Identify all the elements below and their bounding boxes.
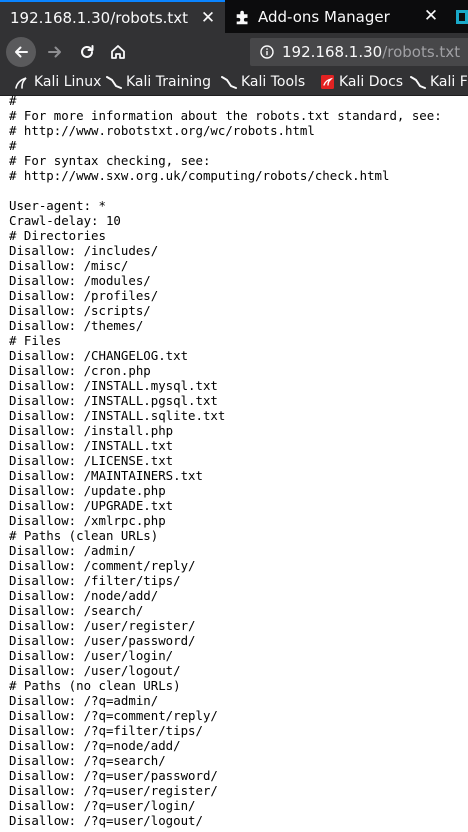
reload-button[interactable] (72, 37, 102, 67)
kali-dragon-icon (15, 77, 27, 89)
kali-dragon-icon (221, 76, 237, 89)
bookmark-kali-training[interactable]: Kali Training (106, 74, 211, 90)
tab-title: 192.168.1.30/robots.txt (10, 8, 189, 27)
home-button[interactable] (103, 37, 133, 67)
tab-strip: 192.168.1.30/robots.txt ✕ Add-ons Manage… (0, 0, 468, 33)
bookmark-kali-forums[interactable]: Kali F (410, 74, 468, 90)
kali-docs-icon (321, 75, 334, 89)
bookmark-kali-linux[interactable]: Kali Linux (14, 74, 101, 90)
home-icon (111, 45, 125, 59)
back-button[interactable] (6, 37, 36, 67)
kali-dragon-icon (106, 76, 122, 89)
back-arrow-icon (15, 46, 28, 58)
url-host: 192.168.1.30 (282, 43, 383, 61)
bookmark-label: Kali Training (126, 74, 211, 90)
navigation-toolbar: 192.168.1.30/robots.txt (0, 33, 468, 71)
robots-txt-content: # # For more information about the robot… (9, 93, 442, 828)
bookmark-label: Kali Docs (339, 74, 404, 90)
bookmark-kali-tools[interactable]: Kali Tools (221, 74, 305, 90)
reload-icon (81, 45, 94, 58)
partial-tab-icon[interactable] (452, 4, 468, 30)
bookmark-label: Kali Tools (241, 74, 306, 90)
tab-title: Add-ons Manager (258, 7, 390, 26)
tab-robots-txt[interactable]: 192.168.1.30/robots.txt ✕ (0, 0, 225, 33)
tab-addons-manager[interactable]: Add-ons Manager ✕ (226, 0, 448, 33)
kali-dragon-icon (410, 76, 426, 89)
forward-arrow-icon (48, 46, 61, 58)
address-bar[interactable]: 192.168.1.30/robots.txt (250, 38, 468, 66)
bookmark-kali-docs[interactable]: Kali Docs (320, 74, 403, 90)
bookmark-label: Kali Linux (34, 74, 102, 90)
info-icon[interactable] (260, 45, 274, 59)
forward-button[interactable] (40, 37, 70, 67)
close-tab-icon[interactable]: ✕ (199, 8, 217, 28)
puzzle-piece-icon (236, 10, 248, 24)
bookmark-label: Kali F (430, 74, 468, 90)
close-tab-icon[interactable]: ✕ (422, 6, 440, 26)
url-path: /robots.txt (382, 43, 461, 61)
